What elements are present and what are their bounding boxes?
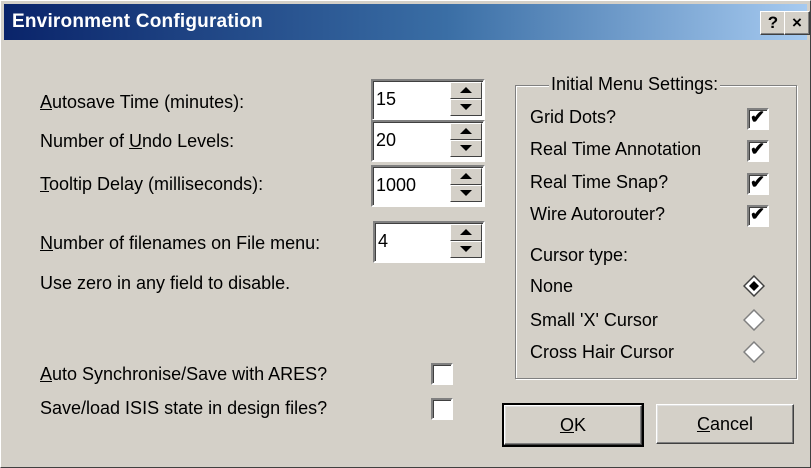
save-state-checkbox[interactable] (431, 398, 453, 420)
close-button[interactable]: × (784, 11, 810, 35)
hint-text: Use zero in any field to disable. (40, 273, 291, 293)
radio-selected-icon (743, 275, 765, 297)
tooltip-down-button[interactable] (450, 185, 482, 202)
help-button[interactable]: ? (760, 11, 786, 35)
undo-stepper[interactable]: 20 (371, 120, 485, 162)
filenames-mnemonic: N (40, 233, 53, 253)
undo-label-text: ndo Levels: (142, 131, 235, 151)
undo-mnemonic: U (129, 131, 143, 151)
radio-empty-icon (743, 341, 765, 363)
cancel-button[interactable]: Cancel (656, 404, 794, 444)
undo-up-button[interactable] (450, 123, 482, 140)
arrow-up-icon (460, 87, 472, 93)
undo-down-button[interactable] (450, 140, 482, 157)
initial-menu-settings-title: Initial Menu Settings: (549, 74, 721, 95)
filenames-label-text: umber of filenames on File menu: (53, 233, 321, 253)
autosave-mnemonic: A (40, 92, 53, 112)
title-bar[interactable]: Environment Configuration ? × (4, 4, 810, 40)
checkmark-icon: ✔ (750, 107, 766, 127)
tooltip-up-button[interactable] (450, 168, 482, 185)
real-time-annotation-checkbox[interactable]: ✔ (747, 139, 769, 162)
auto-sync-label-text: uto Synchronise/Save with ARES? (52, 364, 328, 384)
auto-sync-mnemonic: A (40, 364, 53, 384)
autosave-label-text: utosave Time (minutes): (52, 92, 245, 112)
real-time-snap-label: Real Time Snap? (530, 172, 669, 192)
checkmark-icon: ✔ (750, 172, 766, 192)
arrow-down-icon (460, 246, 472, 252)
cancel-label: ancel (709, 414, 754, 434)
environment-configuration-dialog: Environment Configuration ? × Autosave T… (0, 0, 811, 468)
cursor-cross-hair-label: Cross Hair Cursor (530, 342, 675, 362)
cursor-small-x-radio[interactable] (743, 309, 765, 331)
autosave-value[interactable]: 15 (376, 89, 396, 110)
real-time-snap-checkbox[interactable]: ✔ (747, 172, 769, 195)
cursor-none-radio[interactable] (743, 275, 765, 297)
filenames-label: Number of filenames on File menu: (40, 233, 320, 254)
undo-label-prefix: Number of (40, 131, 130, 151)
autosave-stepper[interactable]: 15 (371, 79, 485, 121)
undo-label: Number of Undo Levels: (40, 131, 234, 152)
arrow-up-icon (460, 128, 472, 134)
cursor-type-label: Cursor type: (530, 245, 629, 265)
arrow-down-icon (460, 104, 472, 110)
ok-mnemonic: O (559, 415, 574, 435)
real-time-annotation-label: Real Time Annotation (530, 139, 702, 159)
radio-empty-icon (743, 309, 765, 331)
autosave-down-button[interactable] (450, 99, 482, 116)
cancel-mnemonic: C (696, 414, 710, 434)
save-state-label: Save/load ISIS state in design files? (40, 398, 328, 418)
arrow-down-icon (460, 145, 472, 151)
tooltip-label: Tooltip Delay (milliseconds): (40, 174, 263, 195)
grid-dots-label: Grid Dots? (530, 107, 617, 127)
checkmark-icon: ✔ (750, 204, 766, 224)
ok-label: K (574, 415, 587, 435)
arrow-down-icon (460, 190, 472, 196)
tooltip-stepper[interactable]: 1000 (371, 165, 485, 207)
grid-dots-checkbox[interactable]: ✔ (747, 107, 769, 130)
auto-sync-label: Auto Synchronise/Save with ARES? (40, 364, 327, 385)
wire-autorouter-label: Wire Autorouter? (530, 204, 666, 224)
autosave-label: Autosave Time (minutes): (40, 92, 244, 113)
arrow-up-icon (460, 173, 472, 179)
cursor-none-label: None (530, 276, 574, 296)
filenames-value[interactable]: 4 (378, 231, 388, 252)
filenames-stepper[interactable]: 4 (373, 221, 485, 263)
cursor-cross-hair-radio[interactable] (743, 341, 765, 363)
filenames-up-button[interactable] (450, 224, 482, 241)
ok-button[interactable]: OK (502, 403, 644, 447)
autosave-up-button[interactable] (450, 82, 482, 99)
checkmark-icon: ✔ (750, 139, 766, 159)
arrow-up-icon (460, 229, 472, 235)
tooltip-label-text: ooltip Delay (milliseconds): (49, 174, 264, 194)
window-title: Environment Configuration (12, 11, 263, 32)
filenames-down-button[interactable] (450, 241, 482, 258)
tooltip-mnemonic: T (40, 174, 49, 194)
auto-sync-checkbox[interactable] (431, 363, 453, 385)
cursor-small-x-label: Small 'X' Cursor (530, 310, 658, 330)
tooltip-value[interactable]: 1000 (376, 175, 416, 196)
wire-autorouter-checkbox[interactable]: ✔ (747, 204, 769, 227)
undo-value[interactable]: 20 (376, 130, 396, 151)
